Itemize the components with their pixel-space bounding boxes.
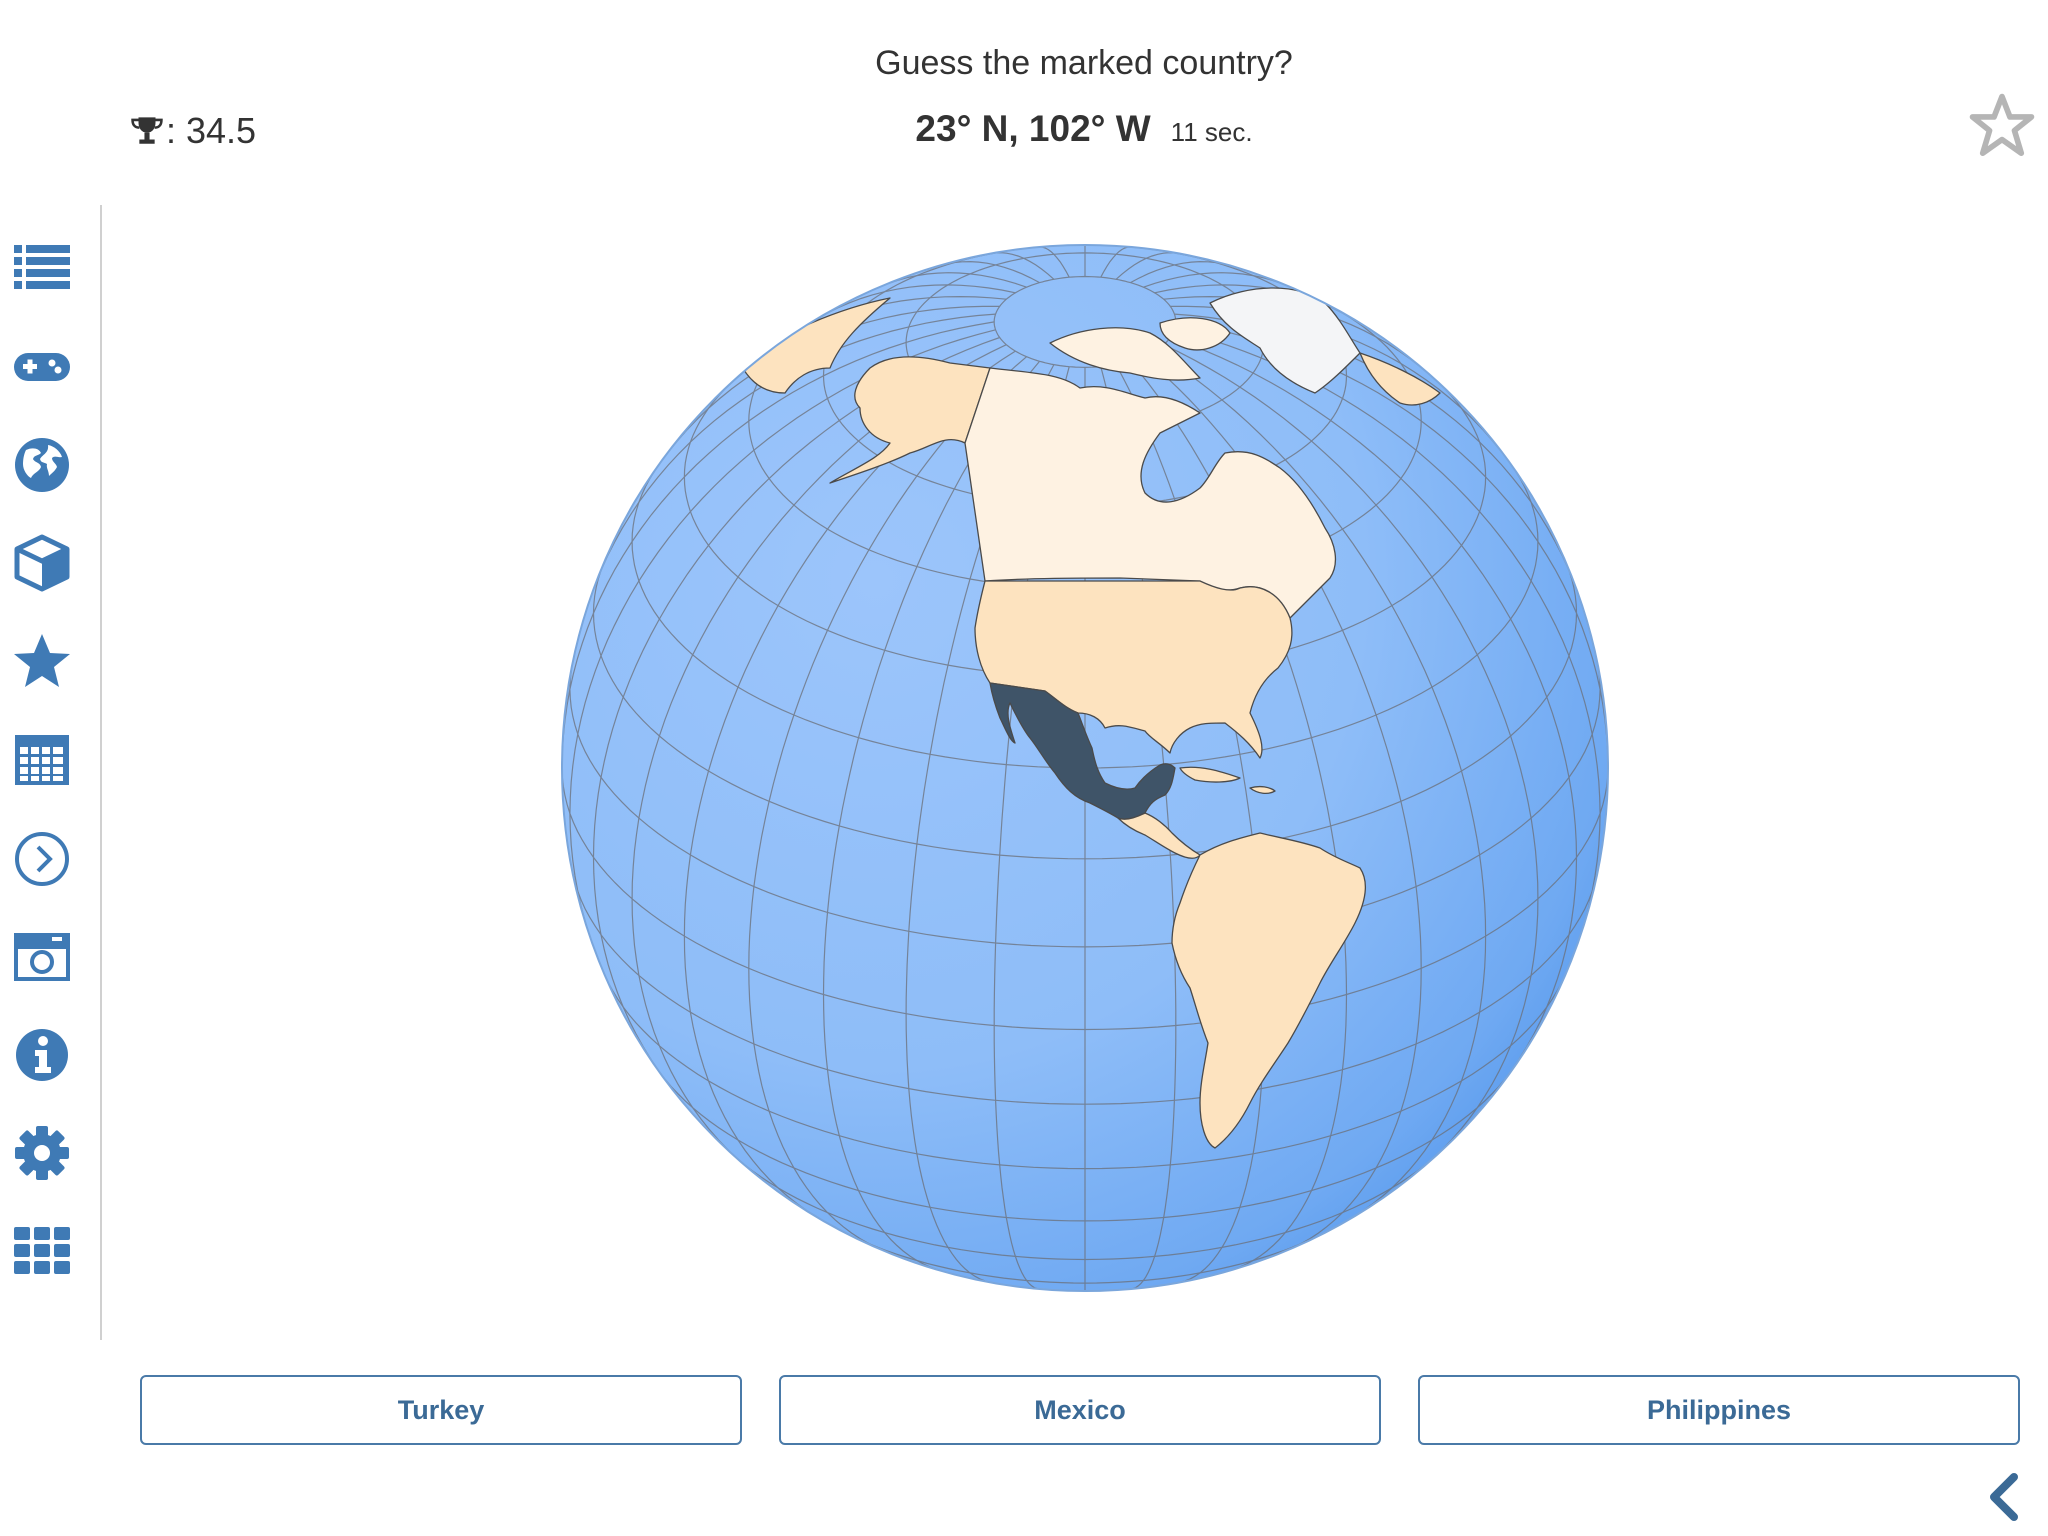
sidebar — [0, 205, 102, 1340]
back-chevron-icon[interactable] — [1984, 1472, 2024, 1522]
sidebar-item-screenshot[interactable] — [10, 925, 74, 989]
question-text: Guess the marked country? — [875, 44, 1293, 82]
coordinates: 23° N, 102° W — [915, 108, 1151, 149]
answer-button-3[interactable]: Philippines — [1418, 1375, 2020, 1445]
coordinates-row: 23° N, 102° W 11 sec. — [0, 108, 2048, 150]
sidebar-item-favorites[interactable] — [10, 629, 74, 693]
cube-icon — [14, 534, 70, 592]
chevron-circle-icon — [15, 832, 69, 886]
star-icon — [14, 634, 70, 687]
globe-icon — [15, 438, 69, 492]
sidebar-item-globe[interactable] — [10, 433, 74, 497]
globe-map[interactable] — [560, 243, 1610, 1293]
sidebar-item-list[interactable] — [10, 235, 74, 299]
favorite-star-icon[interactable] — [1968, 92, 2036, 160]
answer-button-1[interactable]: Turkey — [140, 1375, 742, 1445]
gamepad-icon — [14, 353, 70, 381]
sidebar-item-calendar[interactable] — [10, 727, 74, 791]
sidebar-item-3d[interactable] — [10, 531, 74, 595]
answer-options: Turkey Mexico Philippines — [140, 1375, 2020, 1447]
sidebar-item-apps[interactable] — [10, 1219, 74, 1283]
game-screen: Guess the marked country? : 34.5 23° N, … — [0, 0, 2048, 1536]
sidebar-item-settings[interactable] — [10, 1121, 74, 1185]
gear-icon — [15, 1126, 69, 1180]
sidebar-item-games[interactable] — [10, 335, 74, 399]
list-icon — [14, 245, 70, 289]
calendar-icon — [15, 735, 69, 785]
camera-icon — [14, 933, 70, 981]
sidebar-item-info[interactable] — [10, 1023, 74, 1087]
info-icon — [16, 1029, 68, 1081]
sidebar-item-next[interactable] — [10, 827, 74, 891]
grid-icon — [14, 1227, 70, 1274]
globe-svg — [561, 244, 1609, 1292]
answer-button-2[interactable]: Mexico — [779, 1375, 1381, 1445]
timer: 11 sec. — [1170, 117, 1253, 147]
